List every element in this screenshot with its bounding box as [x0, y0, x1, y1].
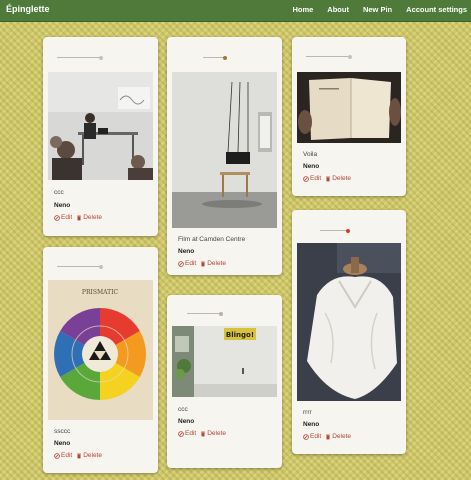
edit-label: Edit — [310, 175, 322, 182]
pin-needle-icon — [203, 55, 227, 60]
edit-label: Edit — [185, 260, 197, 267]
brand-logo[interactable]: Épinglette — [6, 4, 50, 14]
top-navbar: Épinglette Home About New Pin Account se… — [0, 0, 471, 22]
presentation-image — [48, 72, 153, 180]
pin-author: Neno — [303, 421, 320, 428]
pin-card: Voila Neno Edit Delete — [292, 37, 406, 196]
film-projector-image — [172, 72, 277, 228]
color-wheel-image: PRISMATIC — [48, 280, 153, 420]
pin-photo[interactable]: PRISMATIC — [48, 280, 153, 420]
pin-actions: Edit Delete — [303, 175, 351, 182]
trash-icon — [201, 431, 206, 436]
pin-card: Blingo! ccc Neno Edit Delete — [167, 295, 282, 468]
nav-account-settings-link[interactable]: Account settings — [406, 5, 467, 14]
nav-links: Home About New Pin Account settings — [278, 5, 467, 14]
delete-label: Delete — [207, 260, 226, 267]
delete-button[interactable]: Delete — [200, 430, 226, 437]
pin-needle-icon — [306, 54, 352, 59]
delete-button[interactable]: Delete — [76, 452, 102, 459]
trash-icon — [201, 261, 206, 266]
delete-button[interactable]: Delete — [200, 260, 226, 267]
edit-button[interactable]: Edit — [303, 175, 321, 182]
pin-photo[interactable]: Blingo! — [172, 326, 277, 397]
edit-label: Edit — [185, 430, 197, 437]
edit-button[interactable]: Edit — [54, 452, 72, 459]
delete-label: Delete — [332, 175, 351, 182]
delete-label: Delete — [83, 452, 102, 459]
pin-actions: Edit Delete — [54, 452, 102, 459]
nav-about-link[interactable]: About — [327, 5, 349, 14]
open-book-image — [297, 72, 401, 143]
pin-needle-icon — [187, 311, 223, 316]
edit-icon — [54, 214, 60, 221]
pin-caption: Voila — [303, 151, 318, 158]
delete-label: Delete — [83, 214, 102, 221]
edit-button[interactable]: Edit — [178, 430, 196, 437]
pin-card: rrrr Neno Edit Delete — [292, 210, 406, 454]
edit-icon — [54, 452, 60, 459]
pin-needle-icon — [57, 264, 103, 269]
edit-label: Edit — [310, 433, 322, 440]
pin-needle-icon — [320, 228, 350, 233]
mannequin-blouse-image — [297, 243, 401, 401]
edit-icon — [303, 175, 309, 182]
trash-icon — [326, 176, 331, 181]
pin-author: Neno — [178, 418, 195, 425]
pin-author: Neno — [54, 440, 71, 447]
edit-label: Edit — [61, 214, 73, 221]
pin-author: Neno — [54, 202, 71, 209]
pin-actions: Edit Delete — [54, 214, 102, 221]
pin-caption: ccc — [54, 189, 64, 196]
shop-interior-image: Blingo! — [172, 326, 277, 397]
pin-author: Neno — [303, 163, 320, 170]
edit-button[interactable]: Edit — [54, 214, 72, 221]
delete-button[interactable]: Delete — [325, 433, 351, 440]
nav-new-pin-link[interactable]: New Pin — [363, 5, 392, 14]
pin-caption: rrrr — [303, 409, 312, 416]
trash-icon — [77, 215, 82, 220]
trash-icon — [326, 434, 331, 439]
delete-label: Delete — [332, 433, 351, 440]
edit-button[interactable]: Edit — [303, 433, 321, 440]
pin-card: PRISMATIC ssccc Neno Edit Delete — [43, 247, 158, 473]
delete-label: Delete — [207, 430, 226, 437]
pin-photo[interactable] — [48, 72, 153, 180]
pin-card: ccc Neno Edit Delete — [43, 37, 158, 236]
pin-photo[interactable] — [297, 243, 401, 401]
shop-sign-text: Blingo! — [226, 331, 254, 339]
pin-actions: Edit Delete — [303, 433, 351, 440]
pin-card: Film at Camden Centre Neno Edit Delete — [167, 37, 282, 275]
edit-icon — [303, 433, 309, 440]
color-wheel-title: PRISMATIC — [82, 289, 119, 296]
delete-button[interactable]: Delete — [325, 175, 351, 182]
delete-button[interactable]: Delete — [76, 214, 102, 221]
nav-home-link[interactable]: Home — [292, 5, 313, 14]
pin-author: Neno — [178, 248, 195, 255]
edit-icon — [178, 430, 184, 437]
edit-icon — [178, 260, 184, 267]
edit-button[interactable]: Edit — [178, 260, 196, 267]
edit-label: Edit — [61, 452, 73, 459]
pin-actions: Edit Delete — [178, 430, 226, 437]
pin-actions: Edit Delete — [178, 260, 226, 267]
pin-photo[interactable] — [297, 72, 401, 143]
pin-photo[interactable] — [172, 72, 277, 228]
pin-caption: ccc — [178, 406, 188, 413]
pin-needle-icon — [57, 55, 103, 60]
pin-caption: Film at Camden Centre — [178, 236, 246, 243]
trash-icon — [77, 453, 82, 458]
pin-caption: ssccc — [54, 428, 71, 435]
